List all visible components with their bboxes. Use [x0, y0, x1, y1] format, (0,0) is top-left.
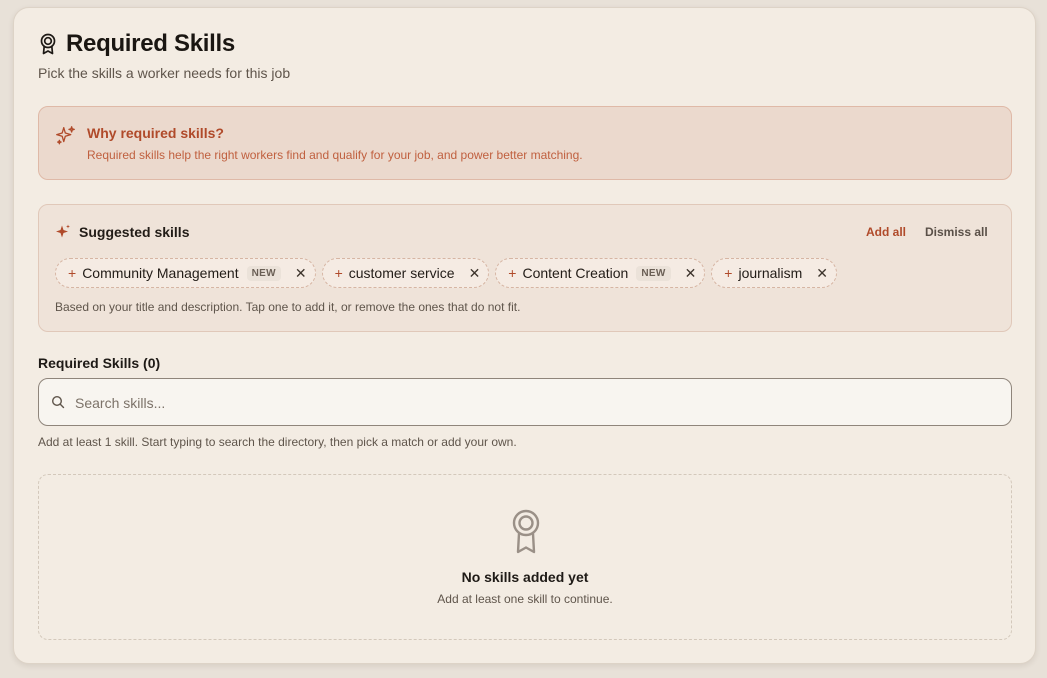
suggested-chips: + Community Management NEW ✕ + customer … — [55, 258, 838, 288]
plus-icon: + — [68, 265, 77, 281]
required-skills-label: Required Skills (0) — [38, 355, 161, 371]
why-required-skills-callout: Why required skills? Required skills hel… — [38, 106, 1012, 180]
empty-state-title: No skills added yet — [461, 569, 589, 585]
award-icon — [512, 509, 540, 554]
page-title: Required Skills — [66, 30, 235, 57]
search-input[interactable] — [75, 389, 995, 417]
search-help-text: Add at least 1 skill. Start typing to se… — [38, 435, 517, 449]
empty-state: No skills added yet Add at least one ski… — [38, 474, 1012, 640]
why-title: Why required skills? — [87, 125, 224, 141]
remove-chip-icon[interactable]: ✕ — [295, 265, 307, 282]
skill-search-box — [38, 378, 1012, 426]
required-skills-card: Required Skills Pick the skills a worker… — [13, 7, 1036, 664]
suggested-chip[interactable]: + customer service ✕ — [321, 258, 490, 288]
suggested-chip[interactable]: + Content Creation NEW ✕ — [495, 258, 706, 288]
suggested-skills-panel: Suggested skills Add all Dismiss all + C… — [38, 204, 1012, 332]
plus-icon: + — [334, 265, 343, 281]
remove-chip-icon[interactable]: ✕ — [685, 265, 697, 282]
sparkles-icon — [56, 126, 75, 145]
plus-icon: + — [724, 265, 733, 281]
page-subtitle: Pick the skills a worker needs for this … — [38, 65, 291, 81]
chip-label: journalism — [738, 265, 803, 281]
chip-label: customer service — [348, 265, 455, 281]
chip-label: Content Creation — [522, 265, 629, 281]
add-all-button[interactable]: Add all — [866, 225, 906, 239]
new-badge: NEW — [246, 265, 281, 281]
search-icon — [51, 395, 65, 409]
suggested-note: Based on your title and description. Tap… — [55, 300, 521, 314]
new-badge: NEW — [636, 265, 671, 281]
suggested-chip[interactable]: + journalism ✕ — [711, 258, 838, 288]
why-description: Required skills help the right workers f… — [87, 148, 583, 162]
remove-chip-icon[interactable]: ✕ — [816, 265, 828, 282]
chip-label: Community Management — [82, 265, 239, 281]
header: Required Skills — [38, 30, 235, 58]
award-icon — [40, 33, 56, 55]
plus-icon: + — [508, 265, 517, 281]
sparkle-icon — [56, 224, 70, 238]
suggested-chip[interactable]: + Community Management NEW ✕ — [55, 258, 316, 288]
dismiss-all-button[interactable]: Dismiss all — [925, 225, 988, 239]
remove-chip-icon[interactable]: ✕ — [469, 265, 481, 282]
suggested-title: Suggested skills — [79, 224, 190, 240]
empty-state-subtitle: Add at least one skill to continue. — [437, 592, 613, 606]
suggested-header: Suggested skills — [55, 224, 189, 240]
